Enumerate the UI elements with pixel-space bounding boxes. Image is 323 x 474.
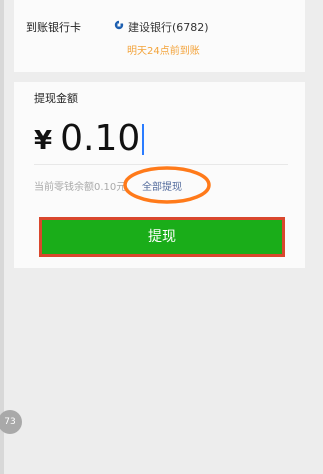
bank-name: 建设银行(6782)	[128, 21, 209, 34]
bank-card-label: 到账银行卡	[26, 21, 81, 34]
amount-value: 0.10	[60, 118, 141, 159]
withdraw-amount-title: 提现金额	[34, 92, 78, 105]
arrival-time-note: 明天24点前到账	[127, 46, 200, 57]
text-cursor	[142, 124, 145, 155]
ccb-bank-logo-icon	[114, 20, 124, 30]
balance-text: 当前零钱余额0.10元,	[34, 182, 130, 193]
bank-card-section[interactable]	[14, 0, 305, 72]
withdraw-all-link[interactable]: 全部提现	[142, 178, 182, 193]
withdraw-submit-button[interactable]: 提现	[39, 217, 285, 257]
currency-symbol: ¥	[34, 126, 53, 156]
amount-divider	[34, 164, 288, 165]
amount-input[interactable]: ¥ 0.10	[34, 115, 145, 159]
